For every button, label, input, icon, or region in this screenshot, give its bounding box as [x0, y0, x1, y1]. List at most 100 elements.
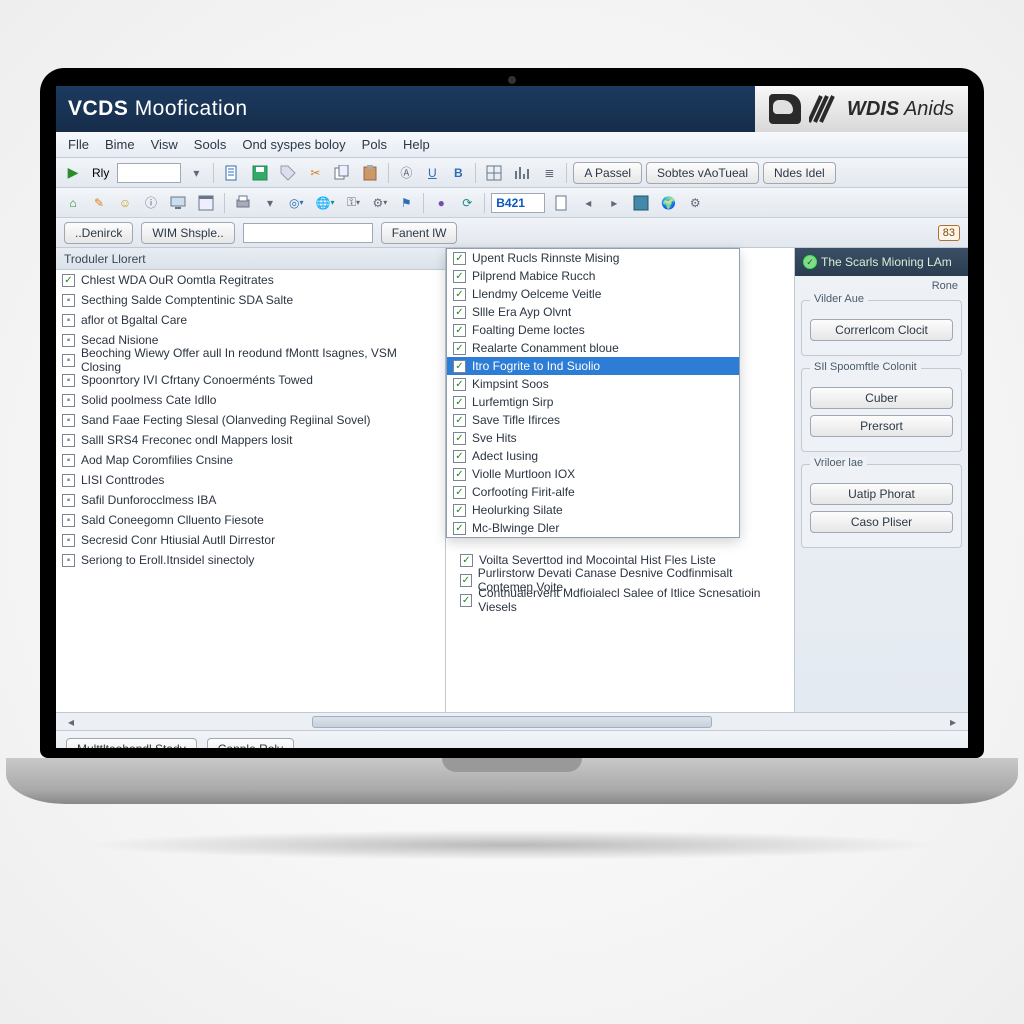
checkbox-icon[interactable]: ✓	[62, 274, 75, 287]
checkbox-icon[interactable]: ▪	[62, 374, 75, 387]
menu-pols[interactable]: Pols	[362, 137, 387, 152]
dropdown-item[interactable]: ✓Mc-Blwinge Dler	[447, 519, 739, 537]
target-icon[interactable]: ◎▾	[285, 192, 308, 214]
underline-icon[interactable]: U	[421, 162, 443, 184]
dropdown-item[interactable]: ✓Upent Rucls Rinnste Mising	[447, 249, 739, 267]
save-icon[interactable]	[248, 162, 272, 184]
uatip-button[interactable]: Uatip Phorat	[810, 483, 953, 505]
dropdown-item[interactable]: ✓Llendmy Oelceme Veitle	[447, 285, 739, 303]
checkbox-icon[interactable]: ▪	[62, 394, 75, 407]
h-scrollbar-track[interactable]: ◂ ▸	[56, 712, 968, 730]
tree-row[interactable]: ▪Solid poolmess Cate Idllo	[56, 390, 445, 410]
menu-view[interactable]: Visw	[151, 137, 178, 152]
dropdown-item[interactable]: ✓Sllle Era Ayp Olvnt	[447, 303, 739, 321]
tree-row[interactable]: ▪LISI Conttrodes	[56, 470, 445, 490]
checkbox-icon[interactable]: ▪	[62, 474, 75, 487]
flag-icon[interactable]: ⚑	[395, 192, 417, 214]
menu-sools[interactable]: Sools	[194, 137, 227, 152]
wim-button[interactable]: WIM Shsple..	[141, 222, 234, 244]
settings-icon[interactable]: ⚙	[684, 192, 706, 214]
checkbox-icon[interactable]: ▪	[62, 314, 75, 327]
checkbox-icon[interactable]: ▪	[62, 554, 75, 567]
tree-row[interactable]: ▪Salll SRS4 Freconec ondl Mappers losit	[56, 430, 445, 450]
menu-bime[interactable]: Bime	[105, 137, 135, 152]
multi-study-button[interactable]: Multtlteobondl Stady	[66, 738, 197, 749]
info-icon[interactable]: ⓘ	[140, 192, 162, 214]
pencil-icon[interactable]: ✎	[88, 192, 110, 214]
tree-row[interactable]: ✓Chlest WDA OuR Oomtla Regitrates	[56, 270, 445, 290]
left-tree[interactable]: ✓Chlest WDA OuR Oomtla Regitrates▪Secthi…	[56, 270, 445, 712]
checkbox-icon[interactable]: ▪	[62, 354, 75, 367]
scroll-right-icon[interactable]: ▸	[942, 711, 964, 733]
tree-row[interactable]: ▪Sald Coneegomn Clluento Fiesote	[56, 510, 445, 530]
print-icon[interactable]	[231, 192, 255, 214]
tree-row[interactable]: ▪Aod Map Coromfilies Cnsine	[56, 450, 445, 470]
checkbox-icon[interactable]: ▪	[62, 334, 75, 347]
scroll-left-icon[interactable]: ◂	[60, 711, 82, 733]
checkbox-icon[interactable]: ▪	[62, 494, 75, 507]
correrlcom-button[interactable]: Correrlcom Clocit	[810, 319, 953, 341]
dropdown-arrow-icon[interactable]: ▾	[185, 162, 207, 184]
refresh-icon[interactable]: ⟳	[456, 192, 478, 214]
prersort-button[interactable]: Prersort	[810, 415, 953, 437]
copy-icon[interactable]	[330, 162, 354, 184]
checkbox-icon[interactable]: ▪	[62, 414, 75, 427]
sphere-icon[interactable]: ●	[430, 192, 452, 214]
checkbox-icon[interactable]: ▪	[62, 454, 75, 467]
dropdown-item[interactable]: ✓Pilprend Mabice Rucch	[447, 267, 739, 285]
dropdown-item[interactable]: ✓Corfootíng Firit-alfe	[447, 483, 739, 501]
dropdown-item[interactable]: ✓Lurfemtign Sirp	[447, 393, 739, 411]
chart-icon[interactable]	[510, 162, 534, 184]
next-icon[interactable]: ▸	[603, 192, 625, 214]
globe-icon[interactable]: 🌐▾	[312, 192, 339, 214]
monitor-icon[interactable]	[166, 192, 190, 214]
paste-icon[interactable]	[358, 162, 382, 184]
dropdown-list[interactable]: ✓Upent Rucls Rinnste Mising✓Pilprend Mab…	[446, 248, 740, 538]
arrow-down-icon[interactable]: ▾	[259, 192, 281, 214]
checkbox-icon[interactable]: ▪	[62, 294, 75, 307]
filter-input[interactable]	[243, 223, 373, 243]
home-icon[interactable]: ⌂	[62, 192, 84, 214]
menu-file[interactable]: Flle	[68, 137, 89, 152]
tag-icon[interactable]	[276, 162, 300, 184]
checkbox-icon[interactable]: ▪	[62, 514, 75, 527]
subtes-button[interactable]: Sobtes vAoTueal	[646, 162, 759, 184]
dropdown-item[interactable]: ✓Foalting Deme loctes	[447, 321, 739, 339]
earth-icon[interactable]: 🌍	[657, 192, 680, 214]
rly-input[interactable]	[117, 163, 181, 183]
dropdown-item[interactable]: ✓Sve Hits	[447, 429, 739, 447]
a-passel-button[interactable]: A Passel	[573, 162, 642, 184]
prev-icon[interactable]: ◂	[577, 192, 599, 214]
tree-row[interactable]: ▪aflor ot Bgaltal Care	[56, 310, 445, 330]
tree-row[interactable]: ▪Seriong to Eroll.Itnsidel sinectoly	[56, 550, 445, 570]
page-icon[interactable]	[549, 192, 573, 214]
cut-icon[interactable]: ✂	[304, 162, 326, 184]
key-icon[interactable]: ⚿▾	[342, 192, 364, 214]
cuber-button[interactable]: Cuber	[810, 387, 953, 409]
window-icon[interactable]	[194, 192, 218, 214]
dropdown-item[interactable]: ✓Heolurking Silate	[447, 501, 739, 519]
fanent-button[interactable]: Fanent lW	[381, 222, 458, 244]
run-icon[interactable]: ▶	[62, 162, 84, 184]
tree-row[interactable]: ▪Secthing Salde Comptentinic SDA Salte	[56, 290, 445, 310]
tree-row[interactable]: ▪Safil Dunforocclmess IBA	[56, 490, 445, 510]
doc-icon[interactable]	[220, 162, 244, 184]
dropdown-item[interactable]: ✓Itro Fogrite to Ind Suolio	[447, 357, 739, 375]
dropdown-item[interactable]: ✓Kimpsint Soos	[447, 375, 739, 393]
tree-row[interactable]: ▪Sand Faae Fecting Slesal (Olanveding Re…	[56, 410, 445, 430]
checkbox-icon[interactable]: ▪	[62, 534, 75, 547]
grid-icon[interactable]	[482, 162, 506, 184]
ndes-button[interactable]: Ndes Idel	[763, 162, 836, 184]
conple-button[interactable]: Conple Roly	[207, 738, 294, 749]
h-scrollbar-thumb[interactable]	[312, 716, 712, 728]
letter-a-icon[interactable]: Ⓐ	[395, 162, 417, 184]
disk-icon[interactable]	[629, 192, 653, 214]
tree-row[interactable]: ▪Beoching Wiewy Offer aull In reodund fM…	[56, 350, 445, 370]
menu-help[interactable]: Help	[403, 137, 430, 152]
caso-button[interactable]: Caso Pliser	[810, 511, 953, 533]
list-item[interactable]: ✓Contnualervent Mdfioialecl Salee of Itl…	[454, 590, 786, 610]
dropdown-item[interactable]: ✓Save Tifle Ifirces	[447, 411, 739, 429]
menu-ond[interactable]: Ond syspes boloy	[242, 137, 345, 152]
list-icon[interactable]: ≣	[538, 162, 560, 184]
bold-icon[interactable]: B	[447, 162, 469, 184]
